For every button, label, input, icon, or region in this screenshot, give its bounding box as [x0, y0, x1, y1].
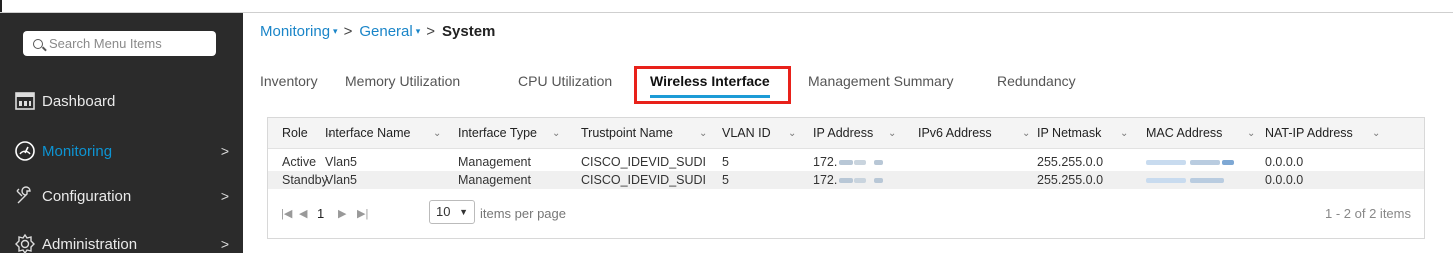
first-page-button[interactable]: |◀	[281, 207, 292, 220]
main-content: Monitoring ▾ > General ▾ > System Invent…	[243, 13, 1453, 253]
breadcrumb-separator: >	[343, 23, 353, 40]
items-per-page-label: items per page	[480, 206, 566, 221]
cell-ip-address: 172.	[813, 155, 884, 169]
cell-vlan-id: 5	[722, 155, 729, 169]
search-input[interactable]	[49, 36, 209, 51]
sort-caret-icon[interactable]: ⌄	[699, 128, 707, 139]
sidebar-item-label: Administration	[42, 235, 138, 253]
breadcrumb-separator: >	[426, 23, 436, 40]
column-header-nat-ip-address[interactable]: NAT-IP Address ⌄	[1265, 126, 1380, 140]
breadcrumb-current: System	[442, 23, 496, 40]
items-count: 1 - 2 of 2 items	[1325, 206, 1411, 221]
dropdown-arrow-icon: ▼	[459, 207, 468, 217]
cell-mac-address	[1146, 155, 1234, 169]
column-header-ip-netmask[interactable]: IP Netmask ⌄	[1037, 126, 1128, 140]
cell-role: Standby	[282, 173, 328, 187]
sort-caret-icon[interactable]: ⌄	[433, 128, 441, 139]
column-header-ip-address[interactable]: IP Address ⌄	[813, 126, 896, 140]
sidebar-item-label: Monitoring	[42, 142, 113, 160]
window-edge	[0, 0, 2, 12]
column-header-role[interactable]: Role ⌄	[282, 126, 334, 140]
sidebar-item-dashboard[interactable]: Dashboard	[0, 83, 243, 119]
cell-ip-netmask: 255.255.0.0	[1037, 173, 1104, 187]
column-header-interface-name[interactable]: Interface Name ⌄	[325, 126, 441, 140]
column-header-mac-address[interactable]: MAC Address ⌄	[1146, 126, 1255, 140]
sort-caret-icon[interactable]: ⌄	[1022, 128, 1030, 139]
sort-caret-icon[interactable]: ⌄	[1247, 128, 1255, 139]
sidebar: Dashboard Monitoring > Configuration > A…	[0, 13, 243, 255]
sort-caret-icon[interactable]: ⌄	[552, 128, 560, 139]
sidebar-item-monitoring[interactable]: Monitoring >	[0, 133, 243, 169]
sidebar-item-label: Configuration	[42, 187, 132, 205]
cell-role: Active	[282, 155, 317, 169]
breadcrumb-monitoring[interactable]: Monitoring	[260, 23, 330, 40]
cell-ip-address: 172.	[813, 173, 884, 187]
cell-mac-address	[1146, 173, 1224, 187]
cell-interface-type: Management	[458, 173, 531, 187]
tab-memory-utilization[interactable]: Memory Utilization	[345, 73, 460, 89]
sort-caret-icon[interactable]: ⌄	[788, 128, 796, 139]
cell-interface-type: Management	[458, 155, 531, 169]
search-box[interactable]	[23, 31, 216, 56]
table-header: Role ⌄ Interface Name ⌄ Interface Type ⌄ Tr…	[268, 118, 1424, 149]
tab-redundancy[interactable]: Redundancy	[997, 73, 1076, 89]
breadcrumb-general[interactable]: General	[359, 23, 412, 40]
cell-trustpoint-name: CISCO_IDEVID_SUDI	[581, 155, 707, 169]
sort-caret-icon[interactable]: ⌄	[1120, 128, 1128, 139]
gauge-icon	[15, 141, 35, 161]
cell-nat-ip-address: 0.0.0.0	[1265, 173, 1304, 187]
cell-trustpoint-name: CISCO_IDEVID_SUDI	[581, 173, 707, 187]
cell-ip-netmask: 255.255.0.0	[1037, 155, 1104, 169]
table-row[interactable]: Standby Vlan5 Management CISCO_IDEVID_SU…	[268, 171, 1424, 189]
sort-caret-icon[interactable]: ⌄	[1372, 128, 1380, 139]
column-header-vlan-id[interactable]: VLAN ID ⌄	[722, 126, 796, 140]
chevron-right-icon: >	[220, 236, 229, 252]
cell-vlan-id: 5	[722, 173, 729, 187]
table-row[interactable]: Active Vlan5 Management CISCO_IDEVID_SUD…	[268, 153, 1424, 171]
search-icon	[33, 38, 43, 49]
breadcrumb: Monitoring ▾ > General ▾ > System	[260, 23, 495, 40]
caret-down-icon[interactable]: ▾	[416, 26, 421, 37]
chevron-right-icon: >	[220, 143, 229, 159]
cell-interface-name: Vlan5	[325, 173, 357, 187]
gear-icon	[15, 233, 35, 255]
dashboard-icon	[15, 92, 35, 110]
column-header-trustpoint-name[interactable]: Trustpoint Name ⌄	[581, 126, 707, 140]
sidebar-item-configuration[interactable]: Configuration >	[0, 178, 243, 214]
column-header-ipv6-address[interactable]: IPv6 Address ⌄	[918, 126, 1030, 140]
last-page-button[interactable]: ▶|	[357, 207, 368, 220]
column-header-interface-type[interactable]: Interface Type ⌄	[458, 126, 560, 140]
top-bar	[0, 0, 1453, 13]
highlight-box	[634, 66, 791, 104]
next-page-button[interactable]: ▶	[338, 207, 346, 220]
chevron-right-icon: >	[220, 188, 229, 204]
caret-down-icon[interactable]: ▾	[333, 26, 338, 37]
tab-management-summary[interactable]: Management Summary	[808, 73, 954, 89]
sidebar-item-label: Dashboard	[42, 92, 116, 110]
cell-nat-ip-address: 0.0.0.0	[1265, 155, 1304, 169]
page-size-select[interactable]: 10 ▼	[429, 200, 475, 224]
prev-page-button[interactable]: ◀	[299, 207, 307, 220]
sort-caret-icon[interactable]: ⌄	[888, 128, 896, 139]
current-page[interactable]: 1	[317, 206, 324, 221]
sidebar-item-administration[interactable]: Administration >	[0, 226, 243, 262]
cell-interface-name: Vlan5	[325, 155, 357, 169]
pagination-bar: |◀ ◀ 1 ▶ ▶| 10 ▼ items per page 1 - 2 of …	[268, 190, 1424, 238]
wrench-icon	[16, 186, 31, 204]
wireless-interface-table: Role ⌄ Interface Name ⌄ Interface Type ⌄ Tr…	[267, 117, 1425, 239]
tab-inventory[interactable]: Inventory	[260, 73, 318, 89]
tab-cpu-utilization[interactable]: CPU Utilization	[518, 73, 612, 89]
